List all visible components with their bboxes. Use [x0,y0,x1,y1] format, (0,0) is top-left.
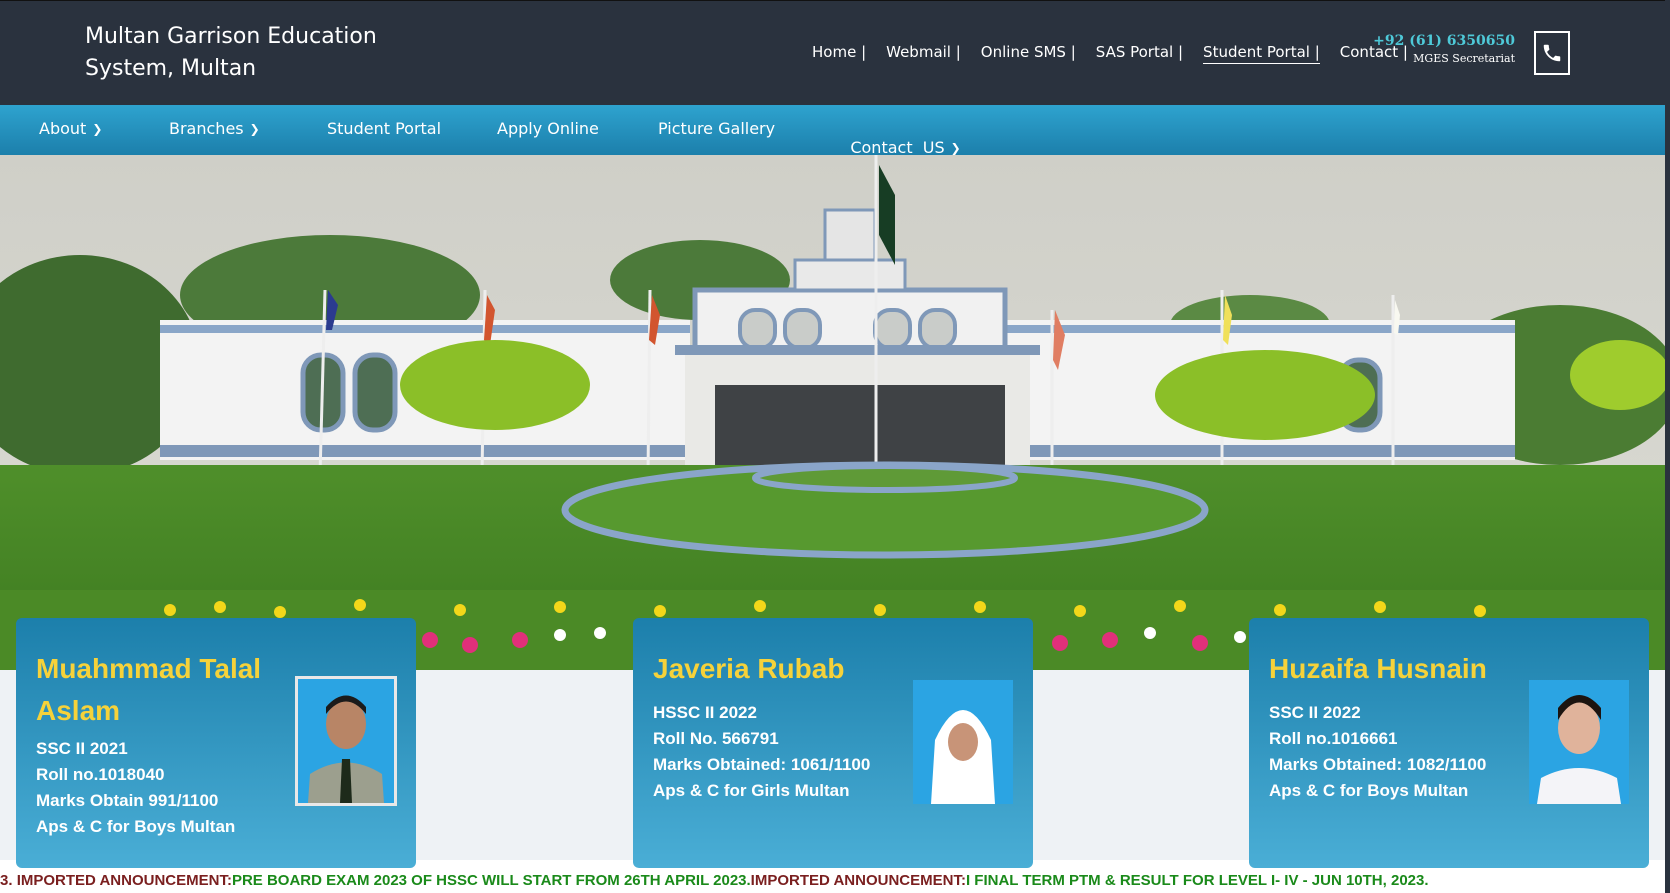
topper-info: HSSC II 2022 Roll No. 566791 Marks Obtai… [653,700,870,804]
topper-card[interactable]: Huzaifa Husnain SSC II 2022 Roll no.1016… [1249,618,1649,868]
site-title-line2: System, Multan [85,56,257,81]
topper-photo [913,680,1013,804]
toplink-webmail[interactable]: Webmail | [886,43,961,64]
topper-roll: Roll no.1018040 [36,765,165,784]
topper-card[interactable]: Muahmmad Talal Aslam SSC II 2021 Roll no… [16,618,416,868]
site-title[interactable]: Multan Garrison Education System, Multan [85,21,415,85]
topper-info: SSC II 2022 Roll no.1016661 Marks Obtain… [1269,700,1486,804]
phone-icon[interactable] [1534,31,1570,75]
chevron-down-icon: ❯ [249,122,260,136]
top-links: Home | Webmail | Online SMS | SAS Portal… [812,43,1428,64]
phone-caption: MGES Secretariat [1413,52,1515,65]
topper-marks: Marks Obtain 991/1100 [36,791,219,810]
top-header: Multan Garrison Education System, Multan… [0,0,1665,106]
site-title-line1: Multan Garrison Education [85,24,377,49]
topper-school: Aps & C for Boys Multan [36,817,236,836]
ticker-message: PRE BOARD EXAM 2023 OF HSSC WILL START F… [231,872,751,889]
toplink-online-sms[interactable]: Online SMS | [981,43,1076,64]
toplink-student-portal[interactable]: Student Portal | [1203,43,1320,64]
nav-picture-gallery[interactable]: Picture Gallery [658,119,775,138]
topper-photo [295,676,397,806]
chevron-down-icon: ❯ [92,122,103,136]
topper-exam: SSC II 2022 [1269,703,1361,722]
topper-marks: Marks Obtained: 1061/1100 [653,755,871,774]
nav-student-portal[interactable]: Student Portal [327,119,441,138]
ticker-label: IMPORTED ANNOUNCEMENT: [16,872,232,889]
topper-name: Muahmmad Talal Aslam [36,653,262,726]
topper-photo [1529,680,1629,804]
ticker-label: IMPORTED ANNOUNCEMENT: [750,872,966,889]
toplink-home[interactable]: Home | [812,43,866,64]
topper-exam: HSSC II 2022 [653,703,757,722]
topper-card[interactable]: Javeria Rubab HSSC II 2022 Roll No. 5667… [633,618,1033,868]
topper-school: Aps & C for Boys Multan [1269,781,1469,800]
ticker-message: I FINAL TERM PTM & RESULT FOR LEVEL I- I… [965,872,1429,889]
topper-name: Javeria Rubab [653,653,845,684]
window-edge [1665,0,1670,893]
nav-apply-online[interactable]: Apply Online [497,119,599,138]
announcement-ticker[interactable]: 3. IMPORTED ANNOUNCEMENT:PRE BOARD EXAM … [0,868,1670,893]
ticker-prefix: 3. [0,872,13,889]
main-nav: About ❯ Branches ❯ Student Portal Apply On… [0,105,1665,157]
toplink-sas-portal[interactable]: SAS Portal | [1096,43,1183,64]
nav-branches-label: Branches [169,119,244,138]
nav-about[interactable]: About ❯ [39,119,102,138]
topper-roll: Roll no.1016661 [1269,729,1398,748]
phone-contact: +92 (61) 6350650 MGES Secretariat [1373,33,1515,65]
chevron-down-icon: ❯ [950,141,961,155]
topper-roll: Roll No. 566791 [653,729,779,748]
topper-info: SSC II 2021 Roll no.1018040 Marks Obtain… [36,736,235,840]
hero-image [0,155,1665,670]
topper-name: Huzaifa Husnain [1269,653,1487,684]
topper-marks: Marks Obtained: 1082/1100 [1269,755,1487,774]
nav-about-label: About [39,119,87,138]
topper-school: Aps & C for Girls Multan [653,781,850,800]
nav-branches[interactable]: Branches ❯ [169,119,260,138]
phone-number[interactable]: +92 (61) 6350650 [1373,33,1515,49]
topper-exam: SSC II 2021 [36,739,128,758]
